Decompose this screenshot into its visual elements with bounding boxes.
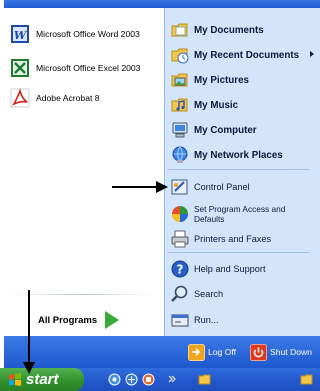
program-access-icon	[172, 206, 188, 222]
my-documents-icon	[171, 23, 188, 37]
program-label: Adobe Acrobat 8	[36, 93, 100, 103]
svg-text:?: ?	[177, 263, 184, 277]
item-label: Printers and Faxes	[194, 234, 272, 244]
folder-icon[interactable]	[300, 373, 313, 386]
help-and-support-item[interactable]: ? Help and Support	[170, 258, 320, 280]
item-label: My Network Places	[194, 149, 283, 161]
all-programs-button[interactable]: All Programs	[38, 308, 148, 332]
program-excel[interactable]: Microsoft Office Excel 2003	[10, 56, 160, 80]
item-label: My Recent Documents	[194, 49, 300, 61]
printers-and-faxes-item[interactable]: Printers and Faxes	[170, 228, 320, 250]
program-acrobat[interactable]: Adobe Acrobat 8	[10, 86, 160, 110]
log-off-icon	[188, 343, 205, 361]
start-button[interactable]: start	[0, 368, 84, 391]
folder-icon[interactable]	[198, 373, 211, 386]
my-network-places-item[interactable]: My Network Places	[170, 144, 320, 166]
item-label: Set Program Access and Defaults	[194, 204, 286, 224]
my-computer-icon	[172, 122, 188, 138]
item-label: My Documents	[194, 24, 264, 36]
log-off-button[interactable]: Log Off	[188, 343, 236, 361]
item-label: My Pictures	[194, 74, 249, 86]
start-menu-header	[4, 0, 320, 8]
my-computer-item[interactable]: My Computer	[170, 119, 320, 141]
control-panel-icon	[171, 179, 188, 195]
my-documents-item[interactable]: My Documents	[170, 19, 320, 41]
my-music-icon	[171, 98, 188, 112]
excel-icon	[11, 59, 29, 77]
left-separator	[8, 294, 156, 295]
run-icon	[171, 314, 189, 327]
arrow-right-icon	[105, 311, 120, 329]
quick-launch-icon[interactable]	[108, 373, 121, 386]
run-item[interactable]: Run...	[170, 309, 320, 331]
item-label: My Music	[194, 99, 239, 111]
program-label: Microsoft Office Word 2003	[36, 29, 140, 39]
acrobat-icon	[10, 88, 30, 108]
item-label: Search	[194, 289, 224, 299]
control-panel-item[interactable]: Control Panel	[170, 176, 320, 198]
quick-launch-icon[interactable]	[125, 373, 138, 386]
shut-down-button[interactable]: Shut Down	[250, 343, 312, 361]
search-item[interactable]: Search	[170, 283, 320, 305]
svg-text:W: W	[14, 29, 28, 42]
program-access-item[interactable]: Set Program Access and Defaults	[170, 201, 320, 227]
search-icon	[171, 285, 188, 302]
right-separator	[168, 252, 310, 253]
my-recent-documents-item[interactable]: My Recent Documents	[170, 44, 320, 66]
printers-icon	[171, 230, 189, 248]
item-label: Control Panel	[194, 182, 250, 192]
item-label: Help and Support	[194, 264, 266, 274]
my-pictures-item[interactable]: My Pictures	[170, 69, 320, 91]
right-separator	[168, 169, 310, 170]
network-places-icon	[172, 146, 188, 163]
help-icon: ?	[171, 260, 189, 278]
chevron-right-icon[interactable]	[168, 373, 176, 386]
program-word[interactable]: W Microsoft Office Word 2003	[10, 22, 160, 46]
my-music-item[interactable]: My Music	[170, 94, 320, 116]
power-icon	[250, 343, 267, 361]
log-off-label: Log Off	[208, 347, 237, 357]
quick-launch-icon[interactable]	[142, 373, 155, 386]
item-label: My Computer	[194, 124, 257, 136]
word-icon: W	[11, 25, 29, 43]
recent-documents-icon	[171, 48, 189, 64]
program-label: Microsoft Office Excel 2003	[36, 63, 141, 73]
windows-logo-icon	[9, 372, 21, 386]
all-programs-label: All Programs	[38, 314, 98, 326]
submenu-arrow-icon	[310, 51, 314, 57]
shut-down-label: Shut Down	[270, 347, 313, 357]
item-label: Run...	[194, 315, 219, 325]
my-pictures-icon	[171, 73, 188, 87]
